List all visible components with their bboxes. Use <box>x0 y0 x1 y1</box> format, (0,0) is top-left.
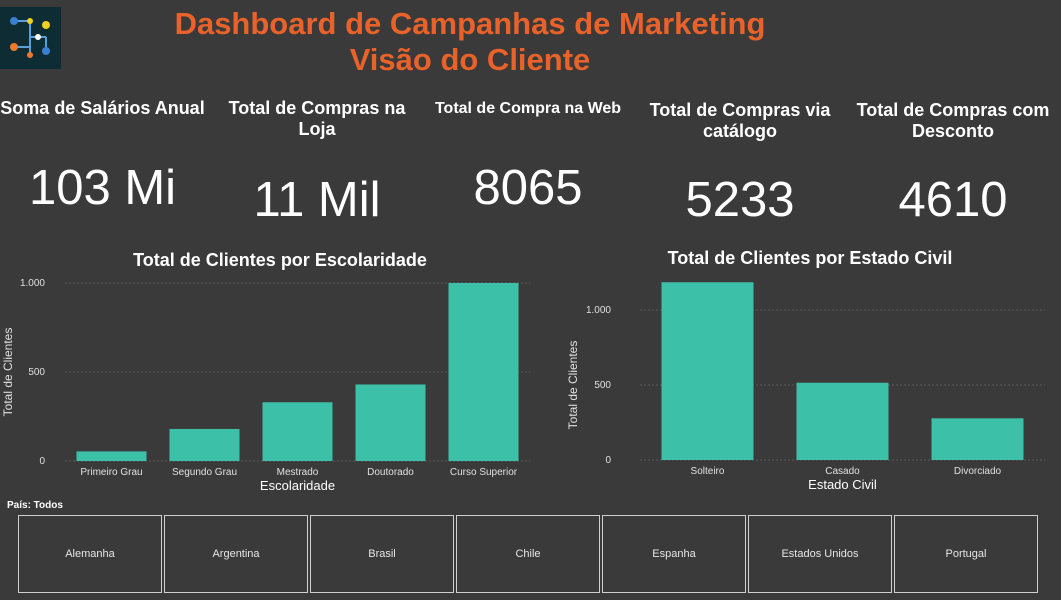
bar <box>355 384 426 461</box>
x-tick-label: Curso Superior <box>450 467 518 478</box>
circuit-logo-icon <box>10 17 50 58</box>
x-tick-label: Primeiro Grau <box>80 467 142 478</box>
bar <box>931 418 1024 460</box>
y-tick-label: 0 <box>605 455 611 466</box>
y-tick-label: 0 <box>39 456 45 467</box>
x-tick-label: Segundo Grau <box>172 467 237 478</box>
x-tick-label: Mestrado <box>277 467 319 478</box>
x-tick-label: Doutorado <box>367 467 414 478</box>
country-button-brasil[interactable]: Brasil <box>310 515 454 593</box>
x-tick-label: Solteiro <box>691 466 725 477</box>
y-tick-label: 1.000 <box>586 305 611 316</box>
country-filter: Alemanha Argentina Brasil Chile Espanha … <box>18 515 1042 595</box>
chart-estado-civil: 0 500 1.000 Total de Clientes Solteiro Casado… <box>566 282 1045 492</box>
country-button-estados-unidos[interactable]: Estados Unidos <box>748 515 892 593</box>
chart-estado-civil-title: Total de Clientes por Estado Civil <box>667 248 953 268</box>
kpi-catalogo-label: Total de Compras via catálogo <box>649 100 831 141</box>
y-tick-label: 500 <box>594 380 611 391</box>
bar <box>661 282 754 460</box>
logo <box>0 7 61 69</box>
bar <box>262 402 333 461</box>
bar <box>796 382 889 460</box>
country-button-espanha[interactable]: Espanha <box>602 515 746 593</box>
filter-label: País: Todos <box>7 500 63 511</box>
kpi-web-value: 8065 <box>473 161 583 215</box>
x-tick-label: Divorciado <box>954 466 1002 477</box>
y-tick-label: 1.000 <box>20 278 45 289</box>
x-axis-label: Estado Civil <box>808 477 877 492</box>
kpi-catalogo-value: 5233 <box>685 173 795 227</box>
kpi-salarios-label: Soma de Salários Anual <box>0 98 205 118</box>
country-button-argentina[interactable]: Argentina <box>164 515 308 593</box>
x-axis-label: Escolaridade <box>260 478 335 493</box>
kpi-salarios-value: 103 Mi <box>28 161 177 215</box>
kpi-loja-value: 11 Mil <box>253 173 381 227</box>
kpi-loja-label: Total de Compras na Loja <box>228 98 406 139</box>
bar <box>169 428 240 461</box>
chart-escolaridade: 0 500 1.000 Total de Clientes Primeiro Grau S… <box>1 278 530 493</box>
country-button-chile[interactable]: Chile <box>456 515 600 593</box>
y-axis-label: Total de Clientes <box>566 341 580 430</box>
y-axis-label: Total de Clientes <box>1 328 15 417</box>
y-tick-label: 500 <box>28 367 45 378</box>
bar <box>76 451 147 461</box>
dashboard-title: Dashboard de Campanhas de Marketing <box>174 6 766 41</box>
kpi-desconto-label: Total de Compras com Desconto <box>856 100 1050 141</box>
kpi-web-label: Total de Compra na Web <box>434 100 622 117</box>
x-tick-label: Casado <box>825 466 860 477</box>
country-button-alemanha[interactable]: Alemanha <box>18 515 162 593</box>
chart-escolaridade-title: Total de Clientes por Escolaridade <box>133 250 427 270</box>
kpi-desconto-value: 4610 <box>898 173 1008 227</box>
dashboard-subtitle: Visão do Cliente <box>349 42 591 77</box>
country-button-portugal[interactable]: Portugal <box>894 515 1038 593</box>
bar <box>448 283 519 461</box>
